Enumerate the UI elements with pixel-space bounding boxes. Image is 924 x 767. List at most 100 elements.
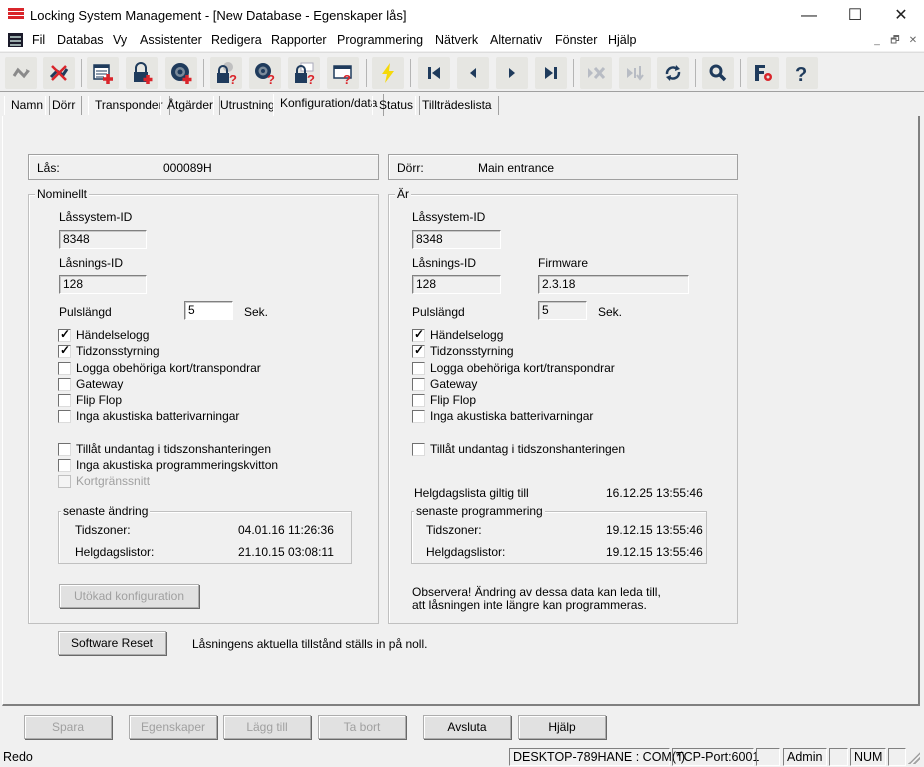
status-port: TCP-Port:6001 [672,748,759,766]
nominal-checkbox[interactable]: Inga akustiska programmeringskvitton [58,458,278,472]
actual-checkbox[interactable]: Flip Flop [412,393,476,407]
actual-checkbox[interactable]: Logga obehöriga kort/transpondrar [412,361,615,375]
refresh-button[interactable] [657,57,689,89]
mdi-close-button[interactable]: ✕ [905,34,921,48]
save-button[interactable]: Spara [24,715,112,739]
actual-checkbox[interactable]: Gateway [412,377,477,391]
nominal-system-id-field[interactable]: 8348 [59,230,147,249]
menu-rapporter[interactable]: Rapporter [271,33,327,47]
checkbox-unchecked-icon[interactable] [58,361,71,375]
checkbox-unchecked-icon[interactable] [412,409,425,423]
actual-checkbox[interactable]: Tillåt undantag i tidszonshanteringen [412,442,625,456]
menu-assistenter[interactable]: Assistenter [140,33,202,47]
tab-namn[interactable]: Namn [4,96,51,115]
previous-record-button[interactable] [457,57,489,89]
actual-lock-id-field[interactable]: 128 [412,275,501,294]
identify-card-icon: ? [333,65,352,85]
add-button[interactable]: Lägg till [223,715,311,739]
title-bar: Locking System Management - [New Databas… [0,0,924,31]
program-button[interactable] [372,57,404,89]
checkbox-checked-icon[interactable] [412,343,425,358]
actual-pulse-field[interactable]: 5 [538,301,587,320]
help-toolbar-button[interactable]: ? [786,57,818,89]
new-database-button[interactable] [87,57,119,89]
read-transponder-button[interactable]: ? [249,57,281,89]
tab-status[interactable]: Status [372,96,421,115]
nominal-lock-id-field[interactable]: 128 [59,275,147,294]
checkbox-unchecked-icon[interactable] [412,442,425,456]
menu-fil[interactable]: Fil [32,33,45,47]
new-lock-button[interactable] [126,57,158,89]
checkbox-unchecked-icon[interactable] [412,361,425,375]
nominal-checkbox[interactable]: Logga obehöriga kort/transpondrar [58,361,261,375]
actual-checkbox[interactable]: Händelselogg [412,327,503,342]
assign-button[interactable] [5,57,37,89]
read-lock-button[interactable]: ? [210,57,242,89]
tab-utrustning[interactable]: Utrustning [213,96,282,115]
checkbox-unchecked-icon[interactable] [412,393,425,407]
program-lightning-icon [382,63,394,83]
checkbox-unchecked-icon[interactable] [58,393,71,407]
menu-databas[interactable]: Databas [57,33,104,47]
checkbox-unchecked-icon[interactable] [58,409,71,423]
door-info-box: Dörr: Main entrance [388,154,738,180]
unassign-button[interactable] [43,57,75,89]
maximize-button[interactable]: ☐ [832,0,878,31]
nominal-checkbox[interactable]: Händelselogg [58,327,149,342]
menu-redigera[interactable]: Redigera [211,33,262,47]
nominal-checkbox[interactable]: Tillåt undantag i tidszonshanteringen [58,442,271,456]
nominal-checkbox[interactable]: Inga akustiska batterivarningar [58,409,239,423]
identify-card-button[interactable]: ? [327,57,359,89]
first-record-button[interactable] [418,57,450,89]
delete-record-button[interactable] [580,57,612,89]
actual-checkbox[interactable]: Tidzonsstyrning [412,343,514,358]
checkbox-unchecked-icon[interactable] [58,442,71,456]
tab-atgarder[interactable]: Åtgärder [160,96,221,115]
actual-checkbox[interactable]: Inga akustiska batterivarningar [412,409,593,423]
close-button[interactable]: ✕ [878,0,924,31]
menu-programmering[interactable]: Programmering [337,33,423,47]
tab-tilltradeslista[interactable]: Tillträdeslista [415,96,499,115]
menu-vy[interactable]: Vy [113,33,127,47]
menu-natverk[interactable]: Nätverk [435,33,478,47]
next-record-button[interactable] [496,57,528,89]
checkbox-unchecked-icon[interactable] [58,458,71,472]
identify-lock-button[interactable]: ? [288,57,320,89]
checkbox-checked-icon[interactable] [58,327,71,342]
menu-alternativ[interactable]: Alternativ [490,33,542,47]
actual-system-id-field[interactable]: 8348 [412,230,501,249]
nominal-checkbox[interactable]: Tidzonsstyrning [58,343,160,358]
delete-button[interactable]: Ta bort [318,715,406,739]
checkbox-unchecked-icon[interactable] [58,474,71,488]
nominal-checkbox[interactable]: Flip Flop [58,393,122,407]
checkbox-label: Flip Flop [76,393,123,407]
last-record-button[interactable] [535,57,567,89]
document-system-menu-icon[interactable] [8,33,23,47]
checkbox-unchecked-icon[interactable] [58,377,71,391]
firmware-field[interactable]: 2.3.18 [538,275,689,294]
extended-config-button[interactable]: Utökad konfiguration [59,584,199,608]
software-reset-button[interactable]: Software Reset [58,631,166,655]
tab-transponder[interactable]: Transponder [88,96,170,115]
checkbox-checked-icon[interactable] [412,327,425,342]
menu-fonster[interactable]: Fönster [555,33,597,47]
mdi-restore-button[interactable]: 🗗 [887,34,903,48]
search-button[interactable] [702,57,734,89]
format-settings-button[interactable] [747,57,779,89]
help-button[interactable]: Hjälp [518,715,606,739]
tab-dorr[interactable]: Dörr [45,96,83,115]
menu-hjalp[interactable]: Hjälp [608,33,637,47]
resize-grip-icon[interactable] [908,752,920,764]
nominal-checkbox[interactable]: Gateway [58,377,123,391]
nominal-checkbox[interactable]: Kortgränssnitt [58,474,150,488]
checkbox-checked-icon[interactable] [58,343,71,358]
minimize-button[interactable]: — [786,0,832,31]
new-transponder-button[interactable] [165,57,197,89]
exit-button[interactable]: Avsluta [423,715,511,739]
tab-konfiguration-data[interactable]: Konfiguration/data [273,94,385,116]
move-record-button[interactable] [619,57,651,89]
nominal-pulse-input[interactable]: 5 [184,301,233,320]
checkbox-unchecked-icon[interactable] [412,377,425,391]
properties-button[interactable]: Egenskaper [129,715,217,739]
mdi-minimize-button[interactable]: _ [869,34,885,48]
